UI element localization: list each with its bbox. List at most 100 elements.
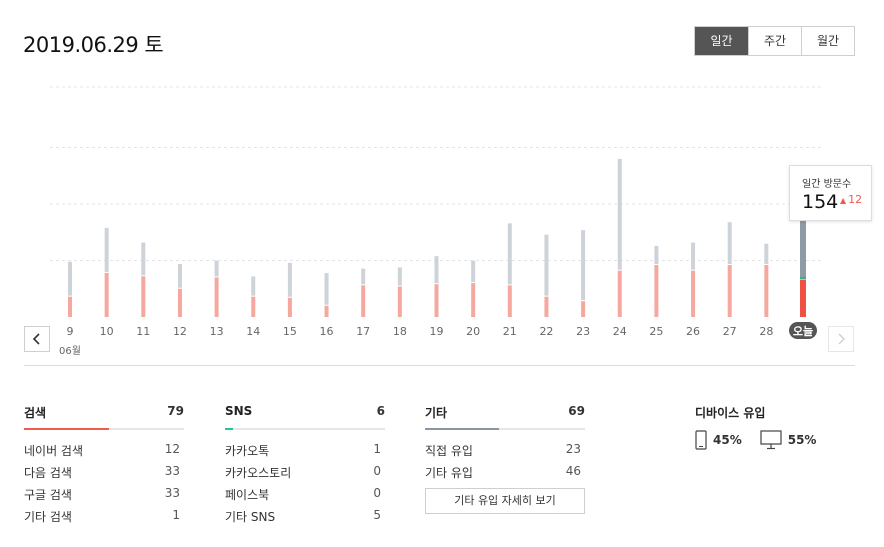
stat-group-search: 검색 79 네이버 검색 12 다음 검색 33 구글 검색 33 기타 검색 1	[24, 404, 184, 530]
list-item: 기타 검색 1	[24, 508, 184, 530]
device-mobile: 45%	[695, 430, 742, 450]
list-item: 카카오톡 1	[225, 442, 385, 464]
row-count: 33	[164, 464, 180, 478]
bar-lower-23	[581, 301, 586, 317]
row-label: 직접 유입	[425, 444, 473, 458]
bar-upper-13	[214, 260, 219, 277]
row-label: 구글 검색	[24, 488, 72, 502]
bar-lower-9	[68, 296, 72, 317]
bar-lower-18	[397, 286, 402, 317]
bar-lower-12	[177, 288, 182, 317]
arrow-up-icon: ▲	[840, 196, 847, 205]
bar-upper-14	[251, 276, 256, 296]
row-label: 기타 SNS	[225, 510, 276, 524]
tick-label-22: 22	[539, 325, 553, 338]
bar-lower-22	[544, 296, 549, 317]
list-item: 다음 검색 33	[24, 464, 184, 486]
bar-lower-오늘	[800, 279, 806, 317]
tick-label-10: 10	[100, 325, 114, 338]
tick-label-today: 오늘	[793, 325, 813, 338]
bar-upper-20	[471, 260, 476, 283]
tick-label-15: 15	[283, 325, 297, 338]
tick-label-12: 12	[173, 325, 187, 338]
bar-upper-23	[581, 230, 586, 301]
tick-label-24: 24	[613, 325, 627, 338]
tick-label-28: 28	[759, 325, 773, 338]
list-item: 페이스북 0	[225, 486, 385, 508]
row-count: 46	[565, 464, 581, 478]
list-item: 네이버 검색 12	[24, 442, 184, 464]
tooltip-delta: ▲ 12	[840, 193, 862, 206]
stat-bar	[425, 428, 585, 430]
stat-bar	[24, 428, 184, 430]
row-label: 기타 검색	[24, 510, 72, 524]
bar-upper-9	[68, 261, 72, 296]
bar-upper-11	[141, 242, 146, 276]
device-pc: 55%	[760, 430, 817, 450]
row-count: 5	[373, 508, 381, 522]
bar-lower-28	[764, 265, 769, 317]
stat-title: SNS	[225, 404, 253, 418]
tab-weekly[interactable]: 주간	[748, 27, 801, 55]
chevron-right-icon	[838, 333, 845, 345]
tick-label-20: 20	[466, 325, 480, 338]
stat-title: 검색	[24, 406, 47, 420]
prev-button[interactable]	[24, 326, 50, 352]
stat-bar-fill	[24, 428, 109, 430]
tick-label-17: 17	[356, 325, 370, 338]
bar-upper-27	[727, 222, 732, 265]
tick-label-16: 16	[320, 325, 334, 338]
bar-lower-24	[617, 270, 622, 317]
stat-group-sns: SNS 6 카카오톡 1 카카오스토리 0 페이스북 0 기타 SNS 5	[225, 404, 385, 530]
row-label: 카카오스토리	[225, 466, 292, 480]
bar-upper-21	[507, 223, 512, 285]
list-item: 기타 유입 46	[425, 464, 585, 486]
tooltip-value: 154	[802, 191, 839, 213]
tick-label-26: 26	[686, 325, 700, 338]
bar-lower-20	[471, 283, 476, 317]
tab-daily[interactable]: 일간	[695, 27, 748, 55]
tab-monthly[interactable]: 월간	[801, 27, 854, 55]
row-count: 1	[373, 442, 381, 456]
tick-label-21: 21	[503, 325, 517, 338]
bar-lower-11	[141, 276, 146, 317]
bar-lower-25	[654, 265, 659, 317]
tick-label-13: 13	[210, 325, 224, 338]
bar-upper-22	[544, 234, 549, 296]
row-label: 네이버 검색	[24, 444, 84, 458]
bar-today-divider	[800, 277, 806, 280]
list-item: 직접 유입 23	[425, 442, 585, 464]
tick-label-23: 23	[576, 325, 590, 338]
stat-total: 79	[167, 404, 184, 418]
stat-title: 기타	[425, 406, 448, 420]
bar-upper-18	[397, 267, 402, 286]
row-label: 기타 유입	[425, 466, 473, 480]
bar-upper-26	[691, 242, 696, 270]
pc-percent: 55%	[787, 433, 817, 447]
bar-lower-10	[104, 272, 109, 317]
bar-upper-12	[177, 264, 182, 288]
stat-bar-fill	[425, 428, 499, 430]
stat-total: 6	[376, 404, 385, 418]
tick-label-14: 14	[246, 325, 260, 338]
bar-lower-19	[434, 284, 439, 317]
bar-lower-14	[251, 296, 256, 317]
daily-visits-tooltip: 일간 방문수 154 ▲ 12	[789, 165, 872, 221]
stat-bar	[225, 428, 385, 430]
mobile-percent: 45%	[713, 433, 742, 447]
tooltip-label: 일간 방문수	[802, 179, 852, 190]
bar-lower-15	[287, 297, 292, 317]
bar-upper-16	[324, 273, 329, 305]
bar-lower-21	[507, 285, 512, 317]
bar-upper-25	[654, 245, 659, 265]
tick-label-19: 19	[430, 325, 444, 338]
tick-label-18: 18	[393, 325, 407, 338]
bar-lower-17	[361, 285, 366, 317]
month-label: 06월	[59, 345, 81, 357]
tick-label-9: 9	[67, 325, 74, 338]
row-label: 페이스북	[225, 488, 270, 502]
row-label: 카카오톡	[225, 444, 270, 458]
etc-inflow-detail-button[interactable]: 기타 유입 자세히 보기	[425, 488, 585, 514]
visitor-chart: 9 10 11 12 13 14 15 16 17 18 19 20 21 22 23 24 25 26 27 28 오…	[50, 86, 823, 357]
next-button[interactable]	[828, 326, 854, 352]
